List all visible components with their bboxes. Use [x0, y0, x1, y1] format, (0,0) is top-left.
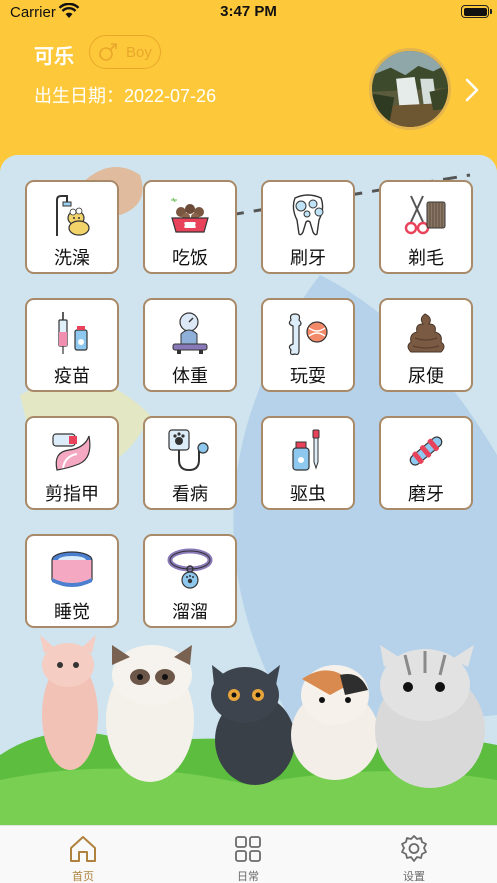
birthday-row: 出生日期：2022-07-26 — [34, 82, 216, 108]
tile-label: 驱虫 — [290, 484, 326, 505]
tile-trim-nails[interactable]: 剪指甲 — [25, 416, 119, 510]
tile-label: 睡觉 — [54, 602, 90, 623]
tile-play[interactable]: 玩耍 — [261, 298, 355, 392]
waterfall-photo — [372, 51, 448, 127]
tile-label: 溜溜 — [172, 602, 208, 623]
food-bowl-icon — [171, 197, 209, 233]
gear-icon — [401, 835, 427, 862]
male-symbol-icon — [99, 43, 117, 61]
stethoscope-icon — [168, 429, 209, 472]
birthday-value: 2022-07-26 — [124, 86, 217, 106]
tab-bar: 首页 日常 设置 — [0, 825, 497, 883]
tile-label: 磨牙 — [408, 484, 444, 505]
bath-dog-icon — [56, 195, 90, 236]
pet-name[interactable]: 可乐 — [34, 40, 74, 69]
tile-label: 吃饭 — [172, 248, 208, 269]
clock: 3:47 PM — [220, 3, 277, 20]
tile-chew[interactable]: 磨牙 — [379, 416, 473, 510]
tile-label: 剪指甲 — [45, 484, 99, 505]
nail-clipper-icon — [52, 433, 91, 471]
chew-toy-icon — [409, 436, 443, 466]
tile-label: 剃毛 — [408, 248, 444, 269]
tab-label: 日常 — [237, 870, 259, 883]
scissors-comb-icon — [404, 195, 446, 235]
grid-icon — [235, 836, 261, 862]
tile-see-vet[interactable]: 看病 — [143, 416, 237, 510]
tab-label: 首页 — [72, 870, 94, 883]
tile-label: 刷牙 — [290, 248, 326, 269]
home-icon — [70, 836, 96, 862]
tile-label: 疫苗 — [54, 366, 90, 387]
tile-walk[interactable]: 溜溜 — [143, 534, 237, 628]
tile-brush-teeth[interactable]: 刷牙 — [261, 180, 355, 274]
poop-icon — [407, 313, 445, 353]
tab-settings[interactable]: 设置 — [384, 830, 444, 883]
tile-deworm[interactable]: 驱虫 — [261, 416, 355, 510]
tile-toilet[interactable]: 尿便 — [379, 298, 473, 392]
pet-bed-icon — [51, 551, 93, 587]
gender-label: Boy — [126, 43, 152, 61]
tile-label: 洗澡 — [54, 248, 90, 269]
care-panel: 洗澡 吃饭 刷牙 剃毛 疫苗 体重 玩耍 尿便 剪指甲 看病 驱虫 磨牙 睡觉 … — [0, 155, 497, 825]
avatar[interactable] — [369, 48, 451, 130]
tile-shave[interactable]: 剃毛 — [379, 180, 473, 274]
collar-icon — [167, 548, 213, 589]
tile-bath[interactable]: 洗澡 — [25, 180, 119, 274]
tile-vaccine[interactable]: 疫苗 — [25, 298, 119, 392]
gender-badge[interactable]: Boy — [89, 35, 161, 69]
tile-label: 体重 — [172, 366, 208, 387]
vaccine-icon — [58, 312, 88, 354]
tile-label: 看病 — [172, 484, 208, 505]
tooth-brush-icon — [292, 194, 324, 236]
battery-icon — [461, 5, 492, 18]
cat-sphynx — [40, 635, 98, 770]
tile-label: 玩耍 — [290, 366, 326, 387]
tile-weight[interactable]: 体重 — [143, 298, 237, 392]
chevron-right-icon[interactable] — [463, 77, 481, 103]
tile-sleep[interactable]: 睡觉 — [25, 534, 119, 628]
dropper-icon — [292, 429, 320, 471]
scale-icon — [172, 312, 208, 354]
birthday-label: 出生日期： — [34, 86, 124, 107]
tab-home[interactable]: 首页 — [53, 830, 113, 883]
tile-eat[interactable]: 吃饭 — [143, 180, 237, 274]
tab-daily[interactable]: 日常 — [218, 830, 278, 883]
tile-label: 尿便 — [408, 366, 444, 387]
tab-label: 设置 — [403, 870, 425, 883]
status-bar: Carrier 3:47 PM — [0, 0, 497, 26]
cat-white-fluffy — [106, 645, 194, 782]
bone-ball-icon — [288, 313, 328, 356]
